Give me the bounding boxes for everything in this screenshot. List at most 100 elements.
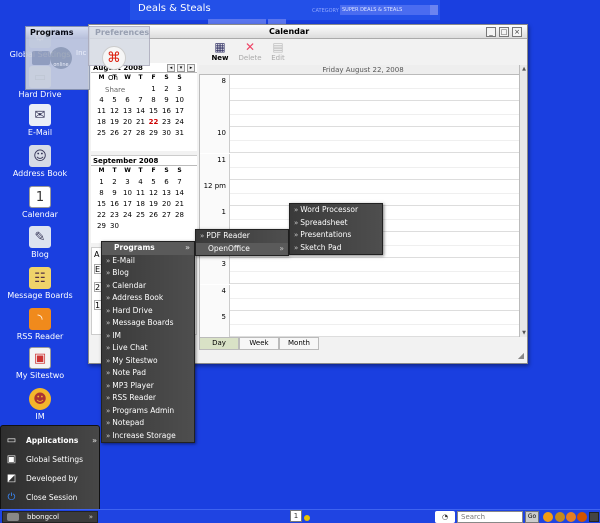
taskbar-add-icon[interactable] xyxy=(304,515,310,521)
calendar-day[interactable]: 25 xyxy=(95,128,108,138)
calendar-day[interactable]: 20 xyxy=(160,199,173,209)
calendar-day[interactable]: 8 xyxy=(95,188,108,198)
menu-item[interactable]: » MP3 Player xyxy=(102,380,194,393)
edit-event-button[interactable]: ▤ Edit xyxy=(263,39,293,62)
calendar-day[interactable]: 27 xyxy=(121,128,134,138)
tab-week[interactable]: Week xyxy=(239,337,279,350)
calendar-day[interactable]: 16 xyxy=(108,199,121,209)
calendar-titlebar[interactable]: Calendar _ □ × xyxy=(89,25,527,39)
calendar-day[interactable]: 19 xyxy=(147,199,160,209)
menu-item-openoffice[interactable]: OpenOffice » xyxy=(196,242,288,255)
start-item-close-session[interactable]: ⏻ Close Session xyxy=(1,489,101,507)
menu-item[interactable]: » Increase Storage xyxy=(102,430,194,443)
resize-grip-icon[interactable]: ◢ xyxy=(518,351,524,360)
desktop-icon-im[interactable]: ☻ IM xyxy=(0,388,80,421)
taskbar-pause-icon[interactable] xyxy=(555,512,565,522)
calendar-day[interactable]: 21 xyxy=(134,117,147,127)
calendar-day[interactable]: 28 xyxy=(173,210,186,220)
calendar-day[interactable]: 28 xyxy=(134,128,147,138)
hour-row[interactable]: 5 xyxy=(200,310,519,337)
menu-item[interactable]: » Address Book xyxy=(102,292,194,305)
menu-item[interactable]: » My Sitestwo xyxy=(102,355,194,368)
taskbar-calendar-icon[interactable]: 1 xyxy=(290,510,302,522)
pdf-icon[interactable]: ⌘ xyxy=(102,46,126,70)
desktop-icon-my-sitestwo[interactable]: ▣ My Sitestwo xyxy=(0,347,80,380)
menu-item[interactable]: » IM xyxy=(102,330,194,343)
calendar-day[interactable]: 2 xyxy=(160,84,173,94)
calendar-day[interactable]: 6 xyxy=(121,95,134,105)
calendar-day[interactable]: 1 xyxy=(95,177,108,187)
minimize-icon[interactable]: _ xyxy=(486,27,496,37)
desktop-icon-address-book[interactable]: ☺ Address Book xyxy=(0,145,80,178)
calendar-day[interactable]: 11 xyxy=(95,106,108,116)
calendar-day[interactable]: 24 xyxy=(121,210,134,220)
calendar-day[interactable]: 14 xyxy=(173,188,186,198)
search-input[interactable]: Search xyxy=(457,511,523,523)
hour-row[interactable]: 3 xyxy=(200,258,519,285)
scroll-up-icon[interactable]: ▲ xyxy=(520,65,528,73)
hour-row[interactable]: 10 xyxy=(200,127,519,154)
calendar-day[interactable]: 6 xyxy=(160,177,173,187)
calendar-day[interactable]: 30 xyxy=(160,128,173,138)
menu-item[interactable]: » Live Chat xyxy=(102,342,194,355)
calendar-day[interactable]: 3 xyxy=(173,84,186,94)
menu-item[interactable]: » Programs Admin xyxy=(102,405,194,418)
calendar-day[interactable]: 26 xyxy=(108,128,121,138)
menu-item-word-processor[interactable]: » Word Processor xyxy=(290,204,382,217)
programs-menu-header[interactable]: Programs » xyxy=(102,242,194,255)
calendar-day[interactable]: 9 xyxy=(160,95,173,105)
delete-event-button[interactable]: ✕ Delete xyxy=(235,39,265,62)
menu-item[interactable]: » E-Mail xyxy=(102,255,194,268)
calendar-day[interactable]: 13 xyxy=(121,106,134,116)
calendar-day[interactable]: 5 xyxy=(147,177,160,187)
hour-row[interactable] xyxy=(200,101,519,128)
calendar-day[interactable]: 18 xyxy=(134,199,147,209)
taskbar-status-icon[interactable] xyxy=(543,512,553,522)
calendar-day[interactable]: 12 xyxy=(147,188,160,198)
calendar-day[interactable]: 17 xyxy=(173,106,186,116)
start-button[interactable]: bbongcol » xyxy=(2,511,98,523)
calendar-day[interactable]: 25 xyxy=(134,210,147,220)
calendar-day[interactable]: 3 xyxy=(121,177,134,187)
calendar-day[interactable]: 21 xyxy=(173,199,186,209)
calendar-day[interactable]: 14 xyxy=(134,106,147,116)
taskbar-play-icon[interactable] xyxy=(566,512,576,522)
calendar-day[interactable]: 4 xyxy=(134,177,147,187)
new-event-button[interactable]: ▦ New xyxy=(205,39,235,62)
tab-day[interactable]: Day xyxy=(199,337,239,350)
desktop-icon-rss-reader[interactable]: ◝ RSS Reader xyxy=(0,308,80,341)
start-item-applications[interactable]: ▭ Applications » xyxy=(1,432,101,450)
calendar-day[interactable]: 1 xyxy=(147,84,160,94)
start-item-developed-by[interactable]: ◩ Developed by xyxy=(1,470,101,488)
calendar-day[interactable]: 15 xyxy=(147,106,160,116)
calendar-day[interactable]: 10 xyxy=(173,95,186,105)
maximize-icon[interactable]: □ xyxy=(499,27,509,37)
desktop-icon-calendar[interactable]: 1 Calendar xyxy=(0,186,80,219)
menu-item[interactable]: » Note Pad xyxy=(102,367,194,380)
show-desktop-icon[interactable] xyxy=(589,512,599,522)
month-menu-icon[interactable]: ▾ xyxy=(177,64,185,72)
calendar-day[interactable]: 24 xyxy=(173,117,186,127)
menu-item-pdf-reader[interactable]: » PDF Reader xyxy=(196,230,288,243)
calendar-day[interactable]: 19 xyxy=(108,117,121,127)
menu-item[interactable]: » Message Boards xyxy=(102,317,194,330)
menu-item[interactable]: » Notepad xyxy=(102,417,194,430)
calendar-day[interactable]: 29 xyxy=(95,221,108,231)
calendar-day[interactable]: 16 xyxy=(160,106,173,116)
calendar-day[interactable]: 15 xyxy=(95,199,108,209)
calendar-day[interactable]: 2 xyxy=(108,177,121,187)
calendar-day[interactable]: 4 xyxy=(95,95,108,105)
menu-item[interactable]: » RSS Reader xyxy=(102,392,194,405)
menu-item-sketch-pad[interactable]: » Sketch Pad xyxy=(290,242,382,255)
desktop-icon-email[interactable]: ✉ E-Mail xyxy=(0,104,80,137)
calendar-day[interactable]: 20 xyxy=(121,117,134,127)
desktop-icon-blog[interactable]: ✎ Blog xyxy=(0,226,80,259)
menu-item[interactable]: » Blog xyxy=(102,267,194,280)
calendar-day[interactable]: 5 xyxy=(108,95,121,105)
taskbar-volume-icon[interactable] xyxy=(577,512,587,522)
calendar-day[interactable]: 17 xyxy=(121,199,134,209)
category-select[interactable]: SUPER DEALS & STEALS xyxy=(340,5,430,15)
prev-month-icon[interactable]: ◂ xyxy=(167,64,175,72)
day-view-scrollbar[interactable]: ▲ ▼ xyxy=(519,65,527,337)
calendar-day[interactable]: 7 xyxy=(134,95,147,105)
